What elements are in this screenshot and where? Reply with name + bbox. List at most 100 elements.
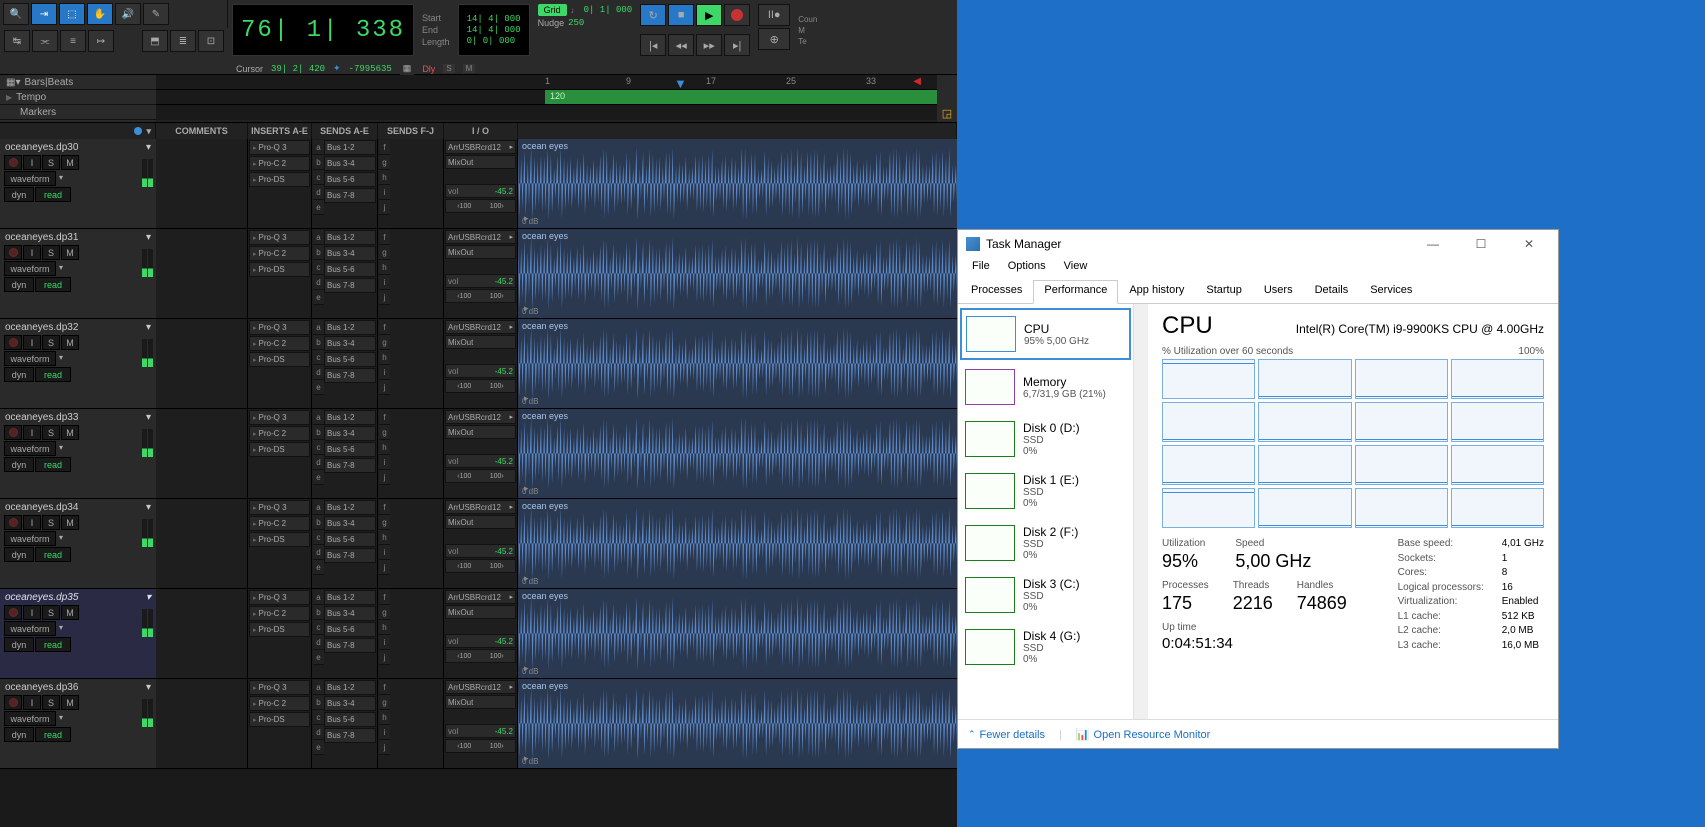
insert-slot[interactable]: ▸Pro-Q 3 [249, 140, 310, 155]
marker-ruler[interactable] [156, 105, 937, 120]
grabber-tool-icon[interactable]: ✋ [87, 3, 113, 25]
record-enable-button[interactable] [4, 425, 22, 440]
expand-icon[interactable]: ▶ [6, 93, 12, 102]
tab-app-history[interactable]: App history [1118, 280, 1195, 303]
pan-display[interactable]: ‹100100› [445, 559, 516, 573]
tab-users[interactable]: Users [1253, 280, 1304, 303]
mute-button[interactable]: M [61, 335, 79, 350]
link-edit-icon[interactable]: ≡ [60, 30, 86, 52]
insert-slot[interactable]: ▸Pro-DS [249, 532, 310, 547]
send-slot[interactable]: Bus 3-4 [324, 156, 376, 171]
track-menu-icon[interactable]: ▾ [146, 502, 151, 513]
track-playlist[interactable]: ocean eyes ▸ 0 dB [518, 139, 957, 228]
insert-slot[interactable]: ▸Pro-DS [249, 442, 310, 457]
sidebar-card-disk-3[interactable]: Disk 1 (E:) SSD 0% [960, 466, 1131, 516]
stop-button[interactable]: ■ [668, 4, 694, 26]
inserts-header[interactable]: INSERTS A-E [248, 123, 312, 139]
output-path[interactable]: ArrUSBRcrd12▸ [445, 680, 516, 694]
mirrored-midi-icon[interactable]: ⬒ [142, 30, 168, 52]
send-slot[interactable]: Bus 1-2 [324, 320, 376, 335]
sidebar-card-cpu[interactable]: CPU 95% 5,00 GHz [960, 308, 1131, 360]
elastic-audio-button[interactable]: dyn [4, 457, 34, 472]
metronome-button[interactable]: II● [758, 4, 790, 26]
track-name[interactable]: oceaneyes.dp30 [5, 142, 78, 153]
track-menu-icon[interactable]: ▾ [146, 592, 151, 603]
comments-header[interactable]: COMMENTS [156, 123, 248, 139]
send-slot[interactable]: Bus 3-4 [324, 606, 376, 621]
track-menu-icon[interactable]: ▾ [146, 142, 151, 153]
track-view-selector[interactable]: waveform [4, 531, 56, 546]
track-view-selector[interactable]: waveform [4, 711, 56, 726]
track-view-selector[interactable]: waveform [4, 261, 56, 276]
nudge-value[interactable]: 250 [568, 18, 584, 28]
insert-slot[interactable]: ▸Pro-C 2 [249, 156, 310, 171]
insert-slot[interactable]: ▸Pro-Q 3 [249, 320, 310, 335]
sidebar-card-disk-4[interactable]: Disk 2 (F:) SSD 0% [960, 518, 1131, 568]
input-button[interactable]: I [23, 155, 41, 170]
output-path-2[interactable]: MixOut [445, 515, 516, 529]
markers-ruler-label[interactable]: Markers [20, 107, 56, 118]
insert-slot[interactable]: ▸Pro-DS [249, 172, 310, 187]
record-enable-button[interactable] [4, 155, 22, 170]
send-slot[interactable]: Bus 7-8 [324, 638, 376, 653]
sends-ae-header[interactable]: SENDS A-E [312, 123, 378, 139]
tab-startup[interactable]: Startup [1195, 280, 1252, 303]
volume-display[interactable]: vol-45.2 [445, 724, 516, 738]
record-enable-button[interactable] [4, 245, 22, 260]
send-slot[interactable]: Bus 7-8 [324, 368, 376, 383]
record-enable-button[interactable] [4, 695, 22, 710]
close-button[interactable]: ✕ [1508, 230, 1550, 258]
menu-options[interactable]: Options [1000, 258, 1054, 280]
send-slot[interactable]: Bus 5-6 [324, 172, 376, 187]
volume-display[interactable]: vol-45.2 [445, 634, 516, 648]
insert-slot[interactable]: ▸Pro-DS [249, 262, 310, 277]
minimize-button[interactable]: — [1412, 230, 1454, 258]
automation-mode-button[interactable]: read [35, 547, 71, 562]
track-height-icon[interactable]: ▾ [57, 171, 65, 186]
track-name[interactable]: oceaneyes.dp36 [5, 682, 78, 693]
insert-slot[interactable]: ▸Pro-Q 3 [249, 230, 310, 245]
automation-mode-button[interactable]: read [35, 367, 71, 382]
record-enable-button[interactable] [4, 335, 22, 350]
send-slot[interactable]: Bus 5-6 [324, 442, 376, 457]
insert-slot[interactable]: ▸Pro-C 2 [249, 426, 310, 441]
elastic-audio-button[interactable]: dyn [4, 547, 34, 562]
zoom-tool-icon[interactable]: 🔍 [3, 3, 29, 25]
tempo-ruler[interactable]: 120 [156, 90, 937, 105]
send-slot[interactable]: Bus 3-4 [324, 336, 376, 351]
output-path-2[interactable]: MixOut [445, 335, 516, 349]
elastic-audio-button[interactable]: dyn [4, 277, 34, 292]
send-slot[interactable]: Bus 1-2 [324, 410, 376, 425]
track-height-icon[interactable]: ▾ [57, 441, 65, 456]
send-slot[interactable]: Bus 7-8 [324, 188, 376, 203]
send-slot[interactable]: Bus 5-6 [324, 262, 376, 277]
link-timeline-icon[interactable]: ⫘ [32, 30, 58, 52]
send-slot[interactable]: Bus 5-6 [324, 532, 376, 547]
grid-mode-button[interactable]: Grid [538, 4, 567, 16]
mute-button[interactable]: M [61, 695, 79, 710]
volume-display[interactable]: vol-45.2 [445, 184, 516, 198]
io-header[interactable]: I / O [444, 123, 518, 139]
output-path-2[interactable]: MixOut [445, 155, 516, 169]
volume-display[interactable]: vol-45.2 [445, 364, 516, 378]
maximize-track-icon[interactable]: ◲ [937, 75, 957, 122]
solo-button[interactable]: S [42, 425, 60, 440]
selection-end-icon[interactable]: ◀ [913, 76, 921, 87]
send-slot[interactable]: Bus 3-4 [324, 246, 376, 261]
insert-slot[interactable]: ▸Pro-DS [249, 622, 310, 637]
sidebar-scrollbar[interactable] [1134, 304, 1148, 719]
delay-comp-label[interactable]: Dly [422, 64, 435, 74]
input-button[interactable]: I [23, 425, 41, 440]
track-menu-icon[interactable]: ▾ [146, 322, 151, 333]
main-counter[interactable]: 76| 1| 338 [232, 4, 414, 56]
record-enable-button[interactable] [4, 605, 22, 620]
insert-slot[interactable]: ▸Pro-C 2 [249, 516, 310, 531]
fewer-details-button[interactable]: ⌃Fewer details [968, 729, 1045, 741]
pan-display[interactable]: ‹100100› [445, 379, 516, 393]
solo-button[interactable]: S [42, 155, 60, 170]
titlebar[interactable]: Task Manager — ☐ ✕ [958, 230, 1558, 258]
sidebar-card-disk-2[interactable]: Disk 0 (D:) SSD 0% [960, 414, 1131, 464]
track-menu-icon[interactable]: ▾ [146, 682, 151, 693]
send-slot[interactable]: Bus 1-2 [324, 230, 376, 245]
track-name[interactable]: oceaneyes.dp34 [5, 502, 78, 513]
